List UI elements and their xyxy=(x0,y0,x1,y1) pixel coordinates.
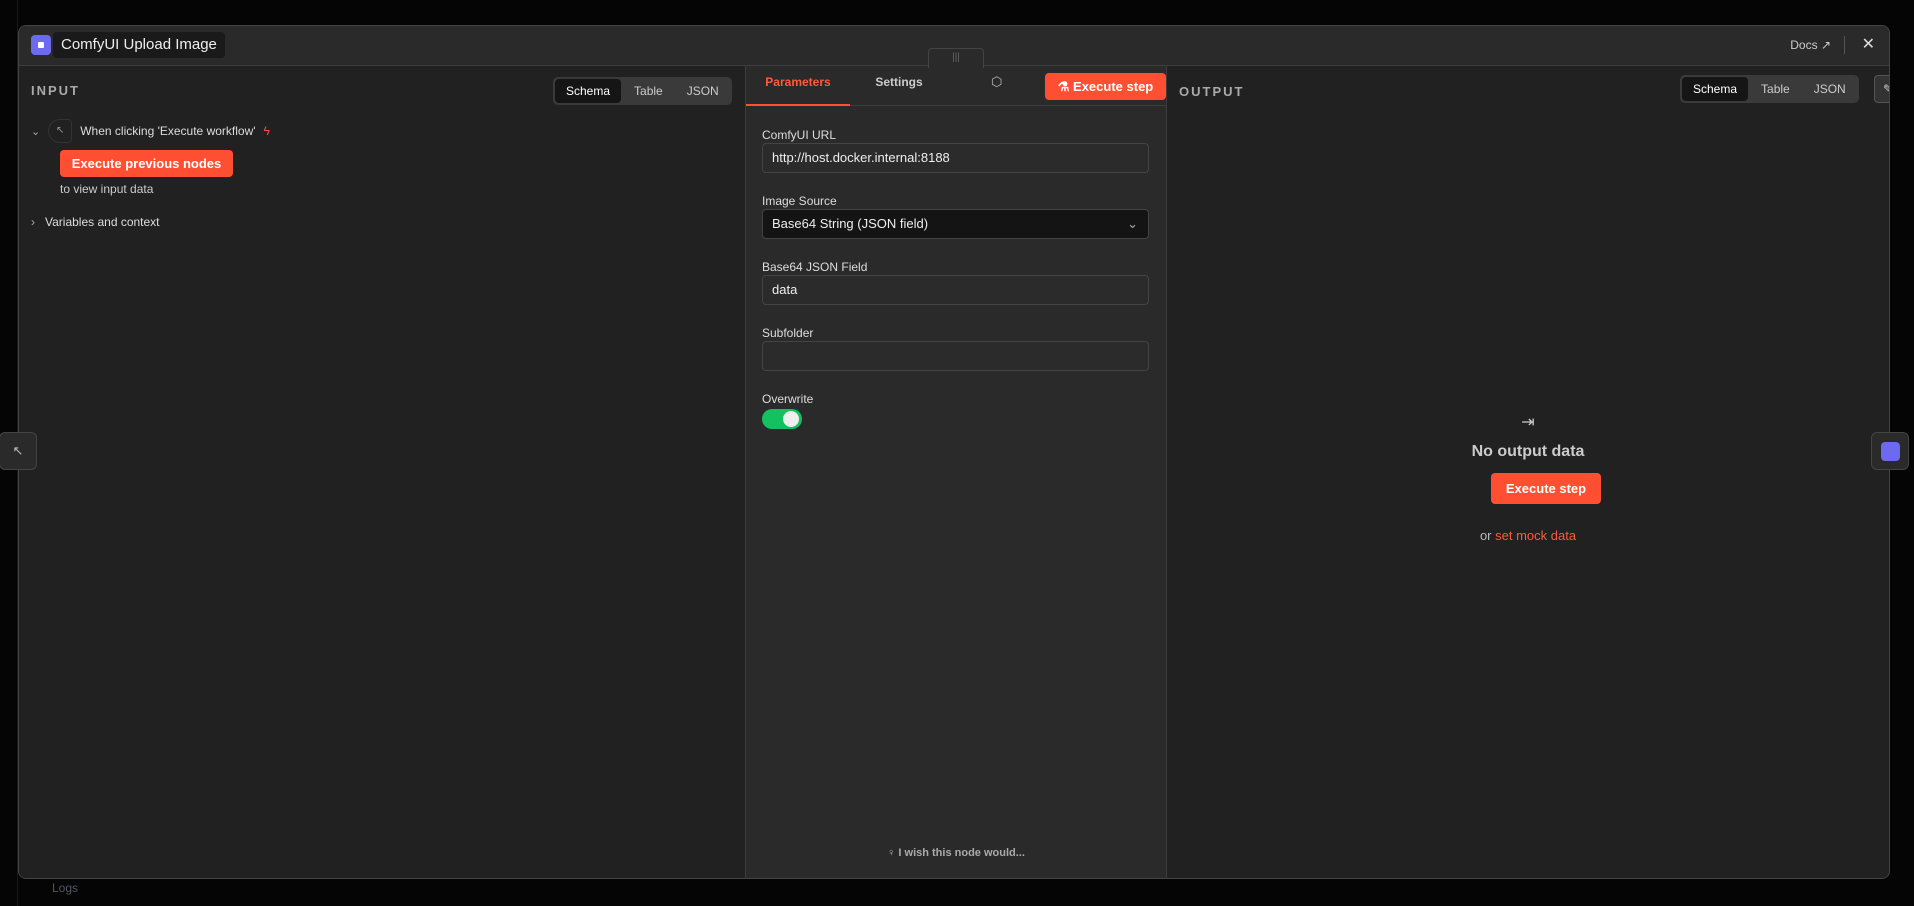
comfyui-url-input[interactable]: http://host.docker.internal:8188 xyxy=(762,143,1149,173)
overwrite-toggle[interactable] xyxy=(762,409,802,429)
panel-drag-handle[interactable]: ||| xyxy=(928,48,984,68)
chevron-right-icon: › xyxy=(31,215,35,229)
output-title: OUTPUT xyxy=(1179,84,1245,99)
set-mock-data-link[interactable]: set mock data xyxy=(1495,528,1576,543)
previous-node-button[interactable]: ↖ xyxy=(0,432,37,470)
docs-label: Docs xyxy=(1790,38,1818,52)
toggle-knob xyxy=(783,411,799,427)
chevron-down-icon: ⌄ xyxy=(1127,216,1138,231)
lightning-icon: ϟ xyxy=(263,124,270,138)
input-tab-schema[interactable]: Schema xyxy=(555,79,622,103)
input-view-tabs: Schema Table JSON xyxy=(553,77,732,105)
cursor-icon: ↖ xyxy=(48,119,73,143)
output-execute-step-button[interactable]: Execute step xyxy=(1491,473,1601,504)
output-tab-schema[interactable]: Schema xyxy=(1682,77,1749,101)
parameters-panel: Parameters Settings ⬡ ⚗ Execute step Com… xyxy=(746,66,1166,878)
edit-pencil-icon[interactable]: ✎ xyxy=(1874,75,1889,103)
variables-context-toggle[interactable]: › Variables and context xyxy=(31,215,160,229)
or-label: or xyxy=(1479,528,1492,543)
chevron-down-icon[interactable]: ⌄ xyxy=(31,125,40,138)
lightbulb-icon: ♀ xyxy=(887,847,896,859)
overwrite-label: Overwrite xyxy=(762,392,814,406)
divider xyxy=(1844,36,1845,54)
arrow-right-to-line-icon: ⇥ xyxy=(1521,414,1535,431)
node-title[interactable]: ComfyUI Upload Image xyxy=(53,32,225,58)
image-source-select[interactable]: Base64 String (JSON field) ⌄ xyxy=(762,209,1149,239)
image-source-label: Image Source xyxy=(762,194,837,208)
no-output-title: No output data xyxy=(1471,443,1585,460)
comfyui-node-icon xyxy=(31,35,51,55)
comfyui-node-icon xyxy=(1881,442,1900,461)
image-source-value: Base64 String (JSON field) xyxy=(772,216,929,231)
cube-icon[interactable]: ⬡ xyxy=(991,74,1002,90)
flask-icon: ⚗ xyxy=(1057,79,1070,94)
subfolder-input[interactable] xyxy=(762,341,1149,371)
trigger-node-row[interactable]: ⌄ ↖ When clicking 'Execute workflow' ϟ xyxy=(31,119,270,143)
subfolder-label: Subfolder xyxy=(762,326,814,340)
input-hint: to view input data xyxy=(60,182,154,196)
feedback-link[interactable]: ♀ I wish this node would... xyxy=(746,847,1166,859)
next-node-button[interactable] xyxy=(1871,432,1909,470)
output-tab-table[interactable]: Table xyxy=(1750,77,1801,101)
close-icon[interactable]: ✕ xyxy=(1862,34,1875,54)
input-tab-json[interactable]: JSON xyxy=(676,79,730,103)
output-panel: OUTPUT Schema Table JSON ✎ ⇥ No output d… xyxy=(1166,66,1889,878)
cursor-icon: ↖ xyxy=(12,443,24,458)
input-panel: INPUT Schema Table JSON ⌄ ↖ When clickin… xyxy=(19,66,746,878)
base64-field-input[interactable]: data xyxy=(762,275,1149,305)
input-title: INPUT xyxy=(31,83,80,98)
execute-step-label: Execute step xyxy=(1073,79,1154,94)
tab-settings[interactable]: Settings xyxy=(854,66,944,106)
execute-previous-nodes-button[interactable]: Execute previous nodes xyxy=(60,150,233,177)
base64-field-label: Base64 JSON Field xyxy=(762,260,868,274)
trigger-label: When clicking 'Execute workflow' xyxy=(80,124,256,138)
mock-data-row: or set mock data xyxy=(1167,528,1889,543)
variables-label: Variables and context xyxy=(45,215,160,229)
node-details-modal: ComfyUI Upload Image Docs ↗ ✕ INPUT Sche… xyxy=(18,25,1890,879)
comfyui-url-label: ComfyUI URL xyxy=(762,128,837,142)
logs-label[interactable]: Logs xyxy=(52,881,78,895)
external-link-icon: ↗ xyxy=(1820,38,1831,52)
execute-step-button[interactable]: ⚗ Execute step xyxy=(1045,73,1166,100)
output-view-tabs: Schema Table JSON xyxy=(1680,75,1859,103)
output-tab-json[interactable]: JSON xyxy=(1803,77,1857,101)
input-tab-table[interactable]: Table xyxy=(623,79,674,103)
docs-link[interactable]: Docs ↗ xyxy=(1790,38,1831,52)
feedback-label: I wish this node would... xyxy=(898,847,1025,859)
tab-parameters[interactable]: Parameters xyxy=(746,66,850,106)
